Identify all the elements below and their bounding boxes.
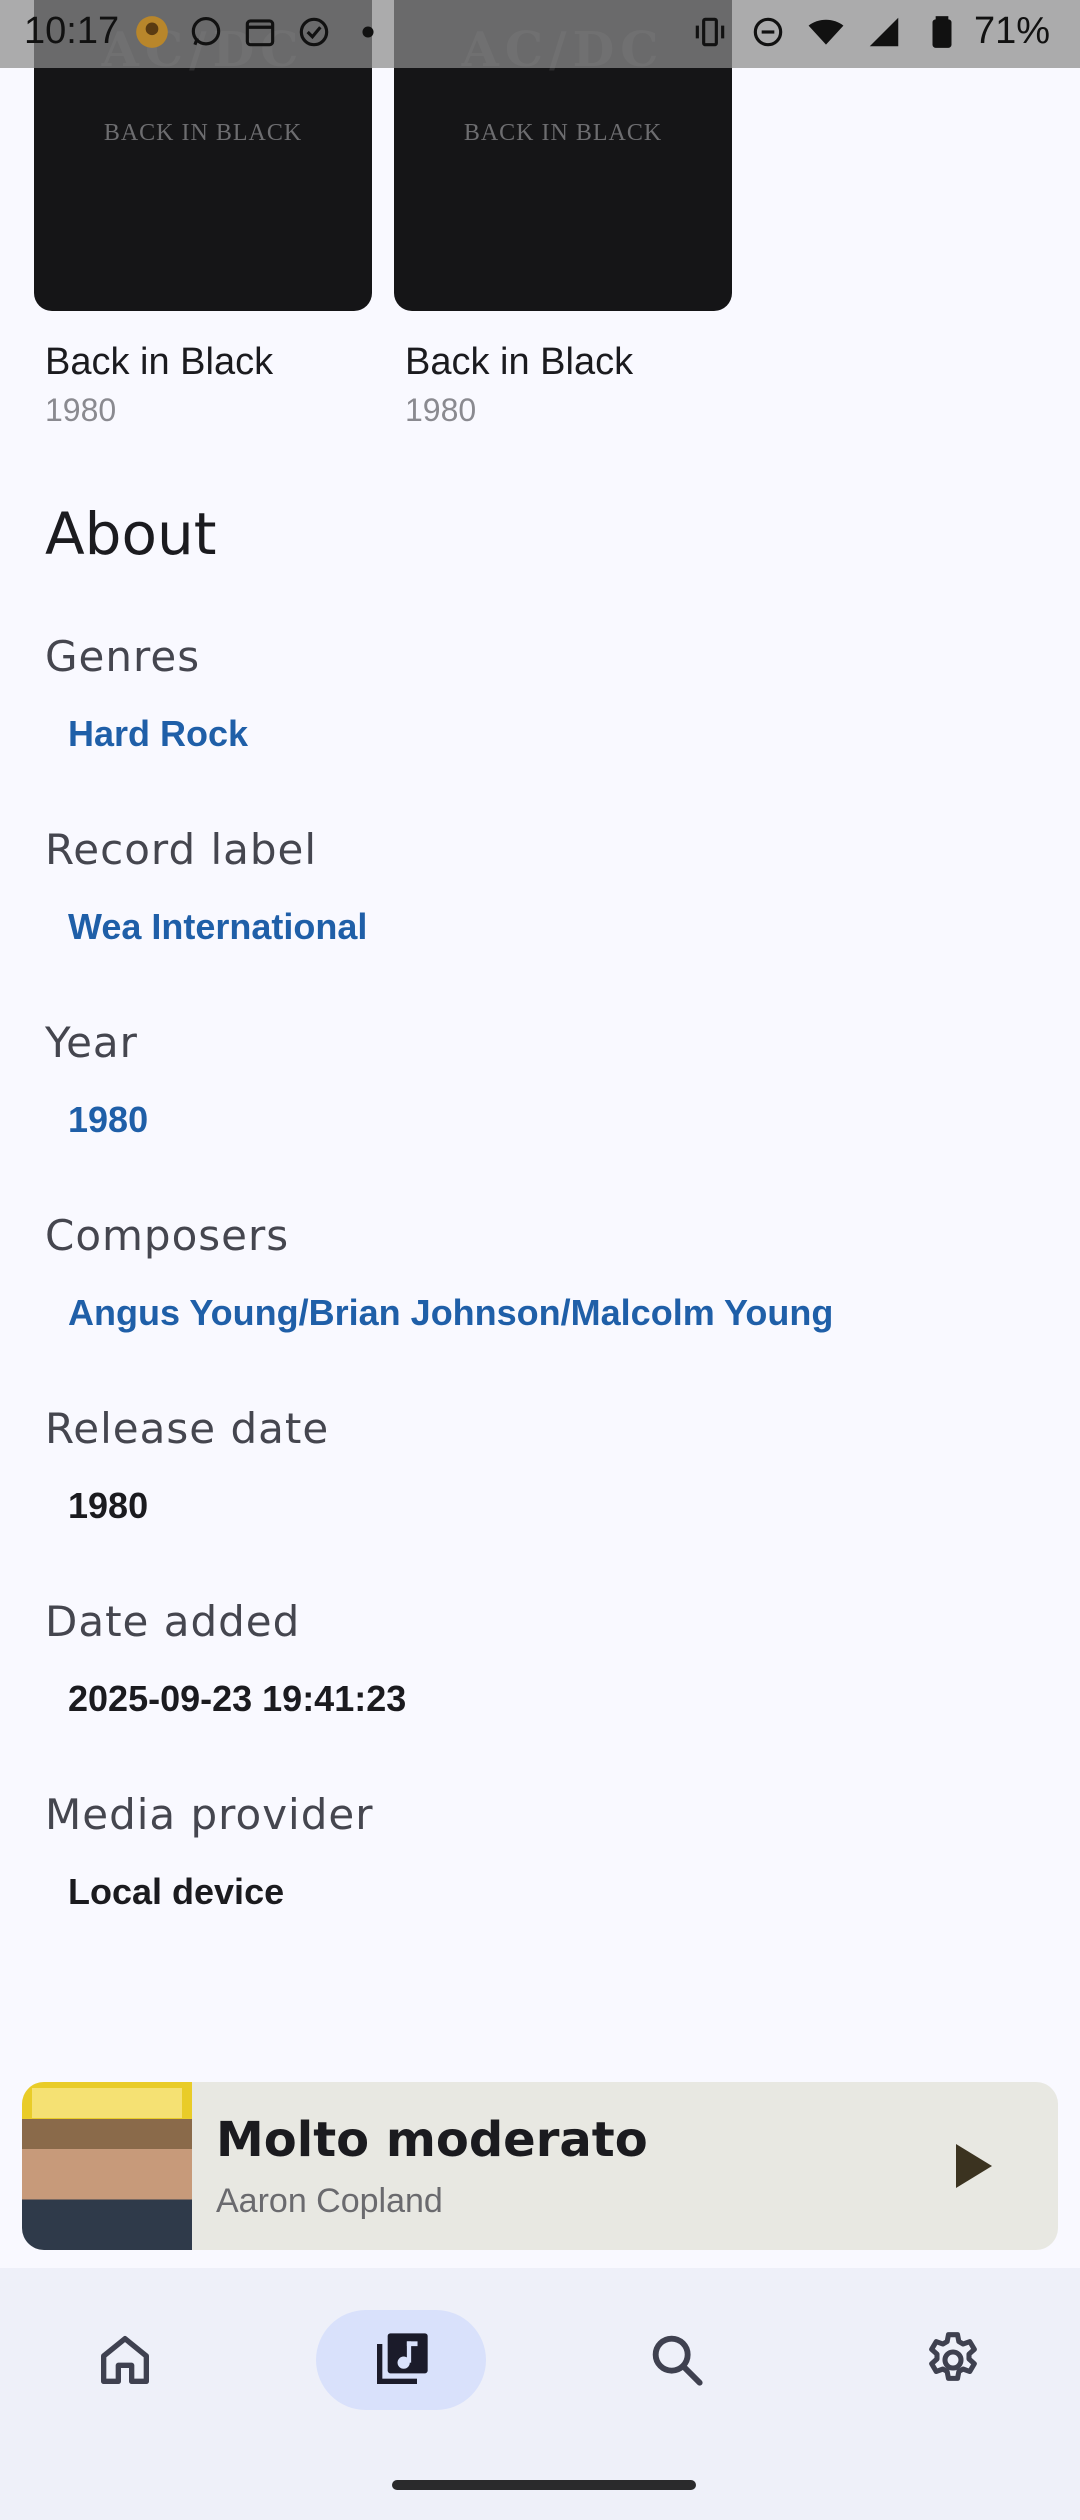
about-heading: About bbox=[45, 500, 217, 568]
now-playing-artist: Aaron Copland bbox=[216, 2182, 443, 2220]
status-bar: 10:17 71% bbox=[0, 0, 1080, 68]
music-library-icon bbox=[377, 2333, 428, 2384]
date-added-value: 2025-09-23 19:41:23 bbox=[68, 1678, 407, 1719]
section-label: Date added bbox=[45, 1597, 301, 1646]
search-icon bbox=[652, 2335, 703, 2386]
more-notifications-dot-icon bbox=[348, 12, 388, 52]
about-section-record-label: Record label Wea International bbox=[45, 825, 367, 948]
now-playing-artwork bbox=[22, 2082, 192, 2250]
year-link[interactable]: 1980 bbox=[68, 1099, 148, 1141]
now-playing-title: Molto moderato bbox=[216, 2112, 648, 2168]
album-cover-text: BACK IN BLACK bbox=[463, 120, 663, 146]
status-time: 10:17 bbox=[24, 10, 120, 52]
about-section-date-added: Date added 2025-09-23 19:41:23 bbox=[45, 1597, 406, 1720]
check-circle-icon bbox=[294, 12, 334, 52]
album-cover-text: BACK IN BLACK bbox=[103, 120, 303, 146]
about-section-release-date: Release date 1980 bbox=[45, 1404, 329, 1527]
release-date-value: 1980 bbox=[68, 1485, 149, 1526]
about-section-composers: Composers Angus Young/Brian Johnson/Malc… bbox=[45, 1211, 833, 1334]
album-year: 1980 bbox=[45, 392, 117, 428]
nav-library[interactable] bbox=[316, 2310, 486, 2410]
home-indicator[interactable] bbox=[392, 2480, 696, 2490]
composers-link[interactable]: Angus Young/Brian Johnson/Malcolm Young bbox=[68, 1292, 833, 1334]
gear-icon bbox=[929, 2332, 977, 2381]
section-label: Composers bbox=[45, 1211, 290, 1260]
album-title: Back in Black bbox=[45, 341, 274, 383]
battery-percentage: 71% bbox=[973, 10, 1050, 52]
artwork-label-strip bbox=[32, 2088, 182, 2118]
genre-link[interactable]: Hard Rock bbox=[68, 713, 248, 755]
album-detail-page: AC/DC BACK IN BLACK Back in Black 1980 A… bbox=[0, 0, 1080, 2520]
section-label: Year bbox=[45, 1018, 138, 1067]
about-section-year: Year 1980 bbox=[45, 1018, 148, 1141]
battery-icon bbox=[922, 12, 962, 52]
nav-settings[interactable] bbox=[868, 2310, 1038, 2410]
whatsapp-icon bbox=[186, 12, 226, 52]
section-label: Record label bbox=[45, 825, 318, 874]
nav-search[interactable] bbox=[592, 2310, 762, 2410]
album-year: 1980 bbox=[405, 392, 477, 428]
home-icon bbox=[101, 2336, 149, 2384]
play-button[interactable] bbox=[946, 2138, 1002, 2194]
play-icon bbox=[956, 2144, 992, 2188]
wifi-icon bbox=[806, 12, 846, 52]
section-label: Release date bbox=[45, 1404, 330, 1453]
nav-home[interactable] bbox=[40, 2310, 210, 2410]
section-label: Media provider bbox=[45, 1790, 374, 1839]
media-provider-value: Local device bbox=[68, 1871, 285, 1912]
avatar-notification-icon bbox=[132, 12, 172, 52]
about-section-genres: Genres Hard Rock bbox=[45, 632, 248, 755]
about-section-media-provider: Media provider Local device bbox=[45, 1790, 374, 1913]
do-not-disturb-icon bbox=[748, 12, 788, 52]
mini-player[interactable]: Molto moderato Aaron Copland bbox=[22, 2082, 1058, 2250]
calendar-icon bbox=[240, 12, 280, 52]
vibrate-icon bbox=[690, 12, 730, 52]
system-icons bbox=[690, 12, 962, 52]
notification-icons bbox=[132, 12, 388, 52]
cell-signal-icon bbox=[864, 12, 904, 52]
section-label: Genres bbox=[45, 632, 201, 681]
album-title: Back in Black bbox=[405, 341, 634, 383]
record-label-link[interactable]: Wea International bbox=[68, 906, 367, 948]
